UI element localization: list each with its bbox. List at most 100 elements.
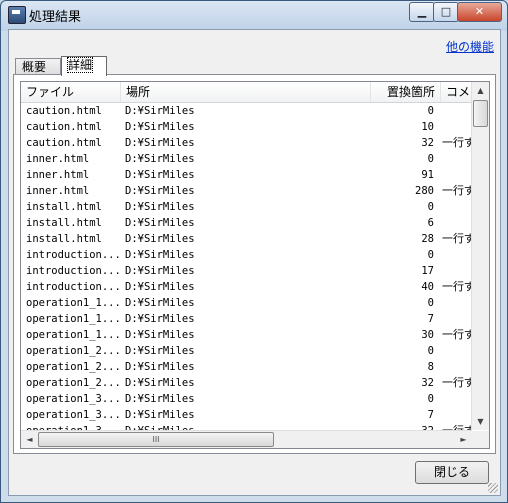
table-row[interactable]: operation1_3... D:¥SirMiles 0 <box>21 391 481 407</box>
table-row[interactable]: introduction... D:¥SirMiles 17 <box>21 263 481 279</box>
cell-count: 32 <box>421 137 434 149</box>
cell-location: D:¥SirMiles <box>125 105 195 117</box>
list-header: ファイル 場所 置換箇所 コメン <box>21 82 482 103</box>
detail-panel: ファイル 場所 置換箇所 コメン caution.html D:¥SirMiles… <box>13 74 496 454</box>
table-row[interactable]: introduction... D:¥SirMiles 0 <box>21 247 481 263</box>
cell-location: D:¥SirMiles <box>125 185 195 197</box>
client-area: 他の機能 概要 詳細 ファイル 場所 置換箇所 コメン caution.html… <box>8 29 501 496</box>
cell-file: caution.html <box>26 121 102 133</box>
scroll-up-icon[interactable]: ▲ <box>472 82 489 99</box>
cell-file: operation1_1... <box>26 313 119 325</box>
cell-file: inner.html <box>26 169 90 181</box>
cell-location: D:¥SirMiles <box>125 233 195 245</box>
cell-file: install.html <box>26 233 102 245</box>
maximize-button[interactable]: □ <box>433 2 459 22</box>
result-list[interactable]: ファイル 場所 置換箇所 コメン caution.html D:¥SirMiles… <box>20 81 490 449</box>
table-row[interactable]: operation1_2... D:¥SirMiles 8 <box>21 359 481 375</box>
cell-location: D:¥SirMiles <box>125 345 195 357</box>
title-bar[interactable]: 処理結果 ▁ □ ✕ <box>1 1 507 29</box>
cell-file: introduction... <box>26 249 119 261</box>
tab-detail[interactable]: 詳細 <box>61 56 107 76</box>
cell-location: D:¥SirMiles <box>125 329 195 341</box>
tab-overview-label: 概要 <box>22 60 47 74</box>
cell-file: operation1_2... <box>26 377 119 389</box>
cell-file: operation1_3... <box>26 393 119 405</box>
cell-file: operation1_1... <box>26 297 119 309</box>
cell-count: 7 <box>427 409 434 421</box>
cell-count: 8 <box>427 361 434 373</box>
cell-file: inner.html <box>26 153 90 165</box>
table-row[interactable]: install.html D:¥SirMiles 0 <box>21 199 481 215</box>
table-row[interactable]: caution.html D:¥SirMiles 0 <box>21 103 481 119</box>
table-row[interactable]: operation1_2... D:¥SirMiles 32 一行ず <box>21 375 481 391</box>
vertical-scrollbar[interactable]: ▲ ▼ <box>471 82 489 430</box>
close-window-button[interactable]: ✕ <box>457 2 502 22</box>
cell-location: D:¥SirMiles <box>125 153 195 165</box>
cell-file: caution.html <box>26 137 102 149</box>
cell-file: operation1_3... <box>26 409 119 421</box>
cell-file: operation1_2... <box>26 345 119 357</box>
cell-location: D:¥SirMiles <box>125 169 195 181</box>
cell-file: operation1_2... <box>26 361 119 373</box>
cell-count: 7 <box>427 313 434 325</box>
cell-file: install.html <box>26 217 102 229</box>
table-row[interactable]: operation1_3... D:¥SirMiles 7 <box>21 407 481 423</box>
cell-location: D:¥SirMiles <box>125 121 195 133</box>
cell-location: D:¥SirMiles <box>125 137 195 149</box>
scroll-right-icon[interactable]: ► <box>455 431 472 448</box>
cell-file: operation1_1... <box>26 329 119 341</box>
cell-count: 280 <box>415 185 434 197</box>
horizontal-scrollbar[interactable]: ◄ III ► <box>21 430 472 448</box>
list-rows: caution.html D:¥SirMiles 0 caution.html D:¥S… <box>21 103 481 439</box>
scroll-down-icon[interactable]: ▼ <box>472 413 489 430</box>
table-row[interactable]: caution.html D:¥SirMiles 10 <box>21 119 481 135</box>
table-row[interactable]: inner.html D:¥SirMiles 280 一行ず <box>21 183 481 199</box>
table-row[interactable]: inner.html D:¥SirMiles 91 <box>21 167 481 183</box>
cell-count: 0 <box>427 153 434 165</box>
cell-count: 0 <box>427 105 434 117</box>
scroll-left-icon[interactable]: ◄ <box>21 431 38 448</box>
cell-count: 28 <box>421 233 434 245</box>
cell-location: D:¥SirMiles <box>125 393 195 405</box>
cell-count: 0 <box>427 297 434 309</box>
column-header-count[interactable]: 置換箇所 <box>371 82 441 102</box>
cell-count: 30 <box>421 329 434 341</box>
cell-location: D:¥SirMiles <box>125 217 195 229</box>
cell-location: D:¥SirMiles <box>125 201 195 213</box>
table-row[interactable]: operation1_1... D:¥SirMiles 30 一行ず <box>21 327 481 343</box>
table-row[interactable]: operation1_1... D:¥SirMiles 0 <box>21 295 481 311</box>
cell-count: 17 <box>421 265 434 277</box>
cell-file: introduction... <box>26 265 119 277</box>
app-icon <box>8 6 26 24</box>
scroll-corner <box>472 431 489 448</box>
close-button[interactable]: 閉じる <box>415 461 489 484</box>
result-window: 処理結果 ▁ □ ✕ 他の機能 概要 詳細 ファイル 場所 置換箇所 コメン c… <box>0 0 508 503</box>
cell-file: introduction... <box>26 281 119 293</box>
table-row[interactable]: install.html D:¥SirMiles 6 <box>21 215 481 231</box>
cell-count: 10 <box>421 121 434 133</box>
table-row[interactable]: introduction... D:¥SirMiles 40 一行ず <box>21 279 481 295</box>
table-row[interactable]: caution.html D:¥SirMiles 32 一行ず <box>21 135 481 151</box>
table-row[interactable]: install.html D:¥SirMiles 28 一行ず <box>21 231 481 247</box>
cell-location: D:¥SirMiles <box>125 409 195 421</box>
table-row[interactable]: operation1_2... D:¥SirMiles 0 <box>21 343 481 359</box>
cell-count: 0 <box>427 249 434 261</box>
resize-grip-icon[interactable] <box>488 483 498 493</box>
cell-count: 0 <box>427 393 434 405</box>
other-functions-link[interactable]: 他の機能 <box>446 38 494 55</box>
window-title: 処理結果 <box>29 10 82 25</box>
column-header-file[interactable]: ファイル <box>21 82 121 102</box>
vertical-scroll-thumb[interactable] <box>473 100 488 127</box>
cell-count: 91 <box>421 169 434 181</box>
horizontal-scroll-thumb[interactable]: III <box>38 432 274 447</box>
cell-location: D:¥SirMiles <box>125 265 195 277</box>
cell-file: caution.html <box>26 105 102 117</box>
column-header-location[interactable]: 場所 <box>121 82 371 102</box>
table-row[interactable]: inner.html D:¥SirMiles 0 <box>21 151 481 167</box>
minimize-button[interactable]: ▁ <box>409 2 435 22</box>
cell-count: 32 <box>421 377 434 389</box>
cell-count: 0 <box>427 345 434 357</box>
table-row[interactable]: operation1_1... D:¥SirMiles 7 <box>21 311 481 327</box>
tab-detail-label: 詳細 <box>66 57 94 73</box>
cell-location: D:¥SirMiles <box>125 313 195 325</box>
